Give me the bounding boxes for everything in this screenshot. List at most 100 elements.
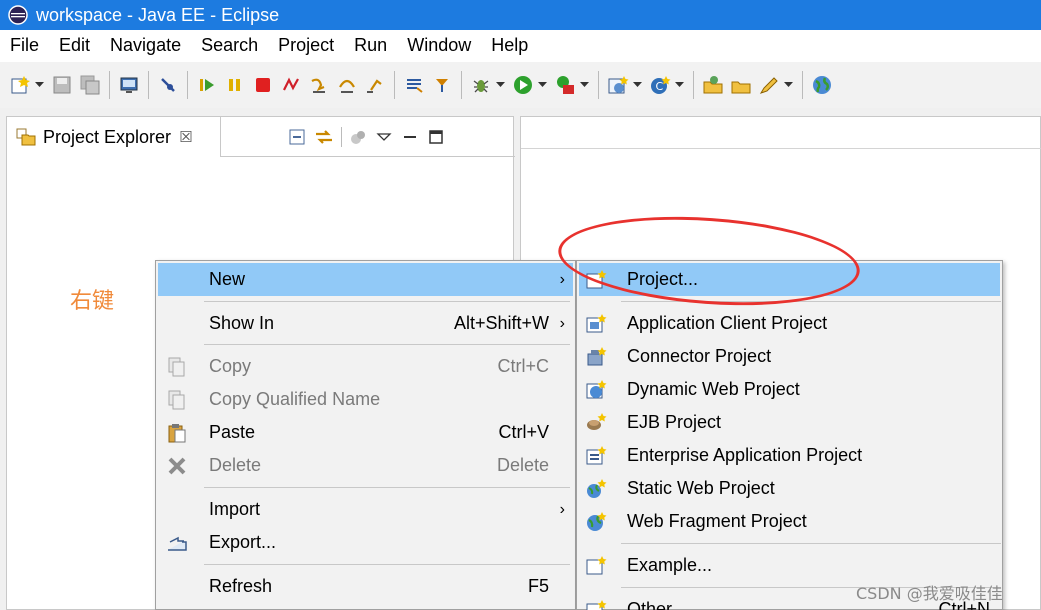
menu-item-import[interactable]: Import › [158, 493, 573, 526]
toolbar-separator [461, 71, 462, 99]
resume-icon[interactable] [194, 72, 220, 98]
submenu-item-application-client-project[interactable]: Application Client Project [579, 307, 1000, 340]
search-pen-icon[interactable] [756, 72, 782, 98]
window-title: workspace - Java EE - Eclipse [36, 4, 280, 25]
working-sets-icon[interactable] [348, 127, 368, 147]
menu-separator [621, 543, 1001, 544]
external-tools-icon[interactable] [552, 72, 578, 98]
submenu-item-web-fragment-project[interactable]: Web Fragment Project [579, 505, 1000, 538]
skip-breakpoints-icon[interactable] [155, 72, 181, 98]
menu-item-shortcut: Alt+Shift+W [453, 313, 549, 333]
copy-qualified-name-icon [168, 390, 185, 409]
submenu-item-ejb-project[interactable]: EJB Project [579, 406, 1000, 439]
suspend-icon[interactable] [222, 72, 248, 98]
maximize-icon[interactable] [426, 127, 446, 147]
copy-icon [168, 357, 185, 376]
debug-icon[interactable] [468, 72, 494, 98]
ejb-icon [587, 412, 607, 430]
close-icon[interactable]: ☒ [179, 128, 192, 146]
menu-file[interactable]: File [0, 30, 49, 60]
tab-project-explorer[interactable]: Project Explorer ☒ [7, 117, 221, 157]
menu-separator [204, 301, 570, 302]
collapse-all-icon[interactable] [287, 127, 307, 147]
toolbar-separator [693, 71, 694, 99]
step-into-icon[interactable] [306, 72, 332, 98]
submenu-item-project[interactable]: Project... [579, 263, 1000, 296]
run-icon[interactable] [510, 72, 536, 98]
submenu-item-example[interactable]: Example... [579, 549, 1000, 582]
view-toolbar [287, 123, 446, 151]
link-with-editor-icon[interactable] [313, 127, 335, 147]
submenu-item-label: Application Client Project [627, 313, 828, 333]
new-other-icon [586, 599, 607, 610]
submenu-item-connector-project[interactable]: Connector Project [579, 340, 1000, 373]
menu-item-shortcut: Ctrl+V [498, 422, 549, 442]
submenu-arrow-icon: › [559, 500, 565, 518]
submenu-item-label: Connector Project [627, 346, 772, 366]
menu-item-copy-qualified-name[interactable]: Copy Qualified Name [158, 383, 573, 416]
submenu-item-label: Web Fragment Project [627, 511, 807, 531]
menu-item-label: Show In [209, 313, 275, 333]
new-class-dropdown-icon[interactable] [674, 72, 684, 98]
step-over-icon[interactable] [334, 72, 360, 98]
context-menu: New › Show In Alt+Shift+W › Copy Ctrl+C … [155, 260, 576, 610]
run-dropdown-icon[interactable] [537, 72, 547, 98]
disconnect-icon[interactable] [278, 72, 304, 98]
menu-separator [204, 564, 570, 565]
minimize-icon[interactable] [400, 127, 420, 147]
menu-navigate[interactable]: Navigate [100, 30, 191, 60]
menu-run[interactable]: Run [344, 30, 397, 60]
save-all-icon[interactable] [77, 72, 103, 98]
new-server-dropdown-icon[interactable] [632, 72, 642, 98]
menu-item-copy[interactable]: Copy Ctrl+C [158, 350, 573, 383]
view-menu-icon[interactable] [374, 127, 394, 147]
application-client-icon [586, 313, 607, 332]
toolbar-separator [598, 71, 599, 99]
menu-item-show-in[interactable]: Show In Alt+Shift+W › [158, 307, 573, 340]
submenu-item-label: Enterprise Application Project [627, 445, 863, 465]
terminate-icon[interactable] [250, 72, 276, 98]
menu-item-refresh[interactable]: Refresh F5 [158, 570, 573, 603]
external-tools-dropdown-icon[interactable] [579, 72, 589, 98]
submenu-item-label: Other... [627, 599, 687, 610]
submenu-item-enterprise-application-project[interactable]: Enterprise Application Project [579, 439, 1000, 472]
svg-text:C: C [656, 80, 664, 93]
right-click-annotation: 右键 [70, 289, 115, 314]
menu-search[interactable]: Search [191, 30, 268, 60]
menu-separator [204, 344, 570, 345]
save-icon[interactable] [49, 72, 75, 98]
use-step-filters-icon[interactable] [401, 72, 427, 98]
menu-item-new[interactable]: New › [158, 263, 573, 296]
new-server-icon[interactable] [605, 72, 631, 98]
menu-edit[interactable]: Edit [49, 30, 100, 60]
submenu-item-static-web-project[interactable]: Static Web Project [579, 472, 1000, 505]
menu-item-delete[interactable]: Delete Delete [158, 449, 573, 482]
toolbar-separator [148, 71, 149, 99]
menu-help[interactable]: Help [481, 30, 538, 60]
connector-icon [587, 346, 607, 365]
debug-dropdown-icon[interactable] [495, 72, 505, 98]
submenu-item-label: Static Web Project [627, 478, 775, 498]
step-return-icon[interactable] [362, 72, 388, 98]
open-type-icon[interactable] [700, 72, 726, 98]
title-bar: workspace - Java EE - Eclipse [0, 0, 1041, 30]
menu-item-paste[interactable]: Paste Ctrl+V [158, 416, 573, 449]
search-dropdown-icon[interactable] [783, 72, 793, 98]
open-resource-icon[interactable] [728, 72, 754, 98]
new-class-icon[interactable]: C [647, 72, 673, 98]
submenu-item-dynamic-web-project[interactable]: Dynamic Web Project [579, 373, 1000, 406]
drop-to-frame-icon[interactable] [429, 72, 455, 98]
menu-window[interactable]: Window [397, 30, 481, 60]
new-dropdown-icon[interactable] [34, 72, 44, 98]
terminal-icon[interactable] [116, 72, 142, 98]
menu-item-export[interactable]: Export... [158, 526, 573, 559]
menu-item-shortcut: F5 [527, 576, 549, 596]
globe-icon[interactable] [809, 72, 835, 98]
new-icon[interactable] [7, 72, 33, 98]
paste-icon [168, 423, 186, 442]
menu-item-label: Import [209, 499, 261, 519]
toolbar-separator [187, 71, 188, 99]
menu-project[interactable]: Project [268, 30, 344, 60]
menu-bar: File Edit Navigate Search Project Run Wi… [0, 30, 1041, 60]
enterprise-application-icon [586, 445, 607, 464]
